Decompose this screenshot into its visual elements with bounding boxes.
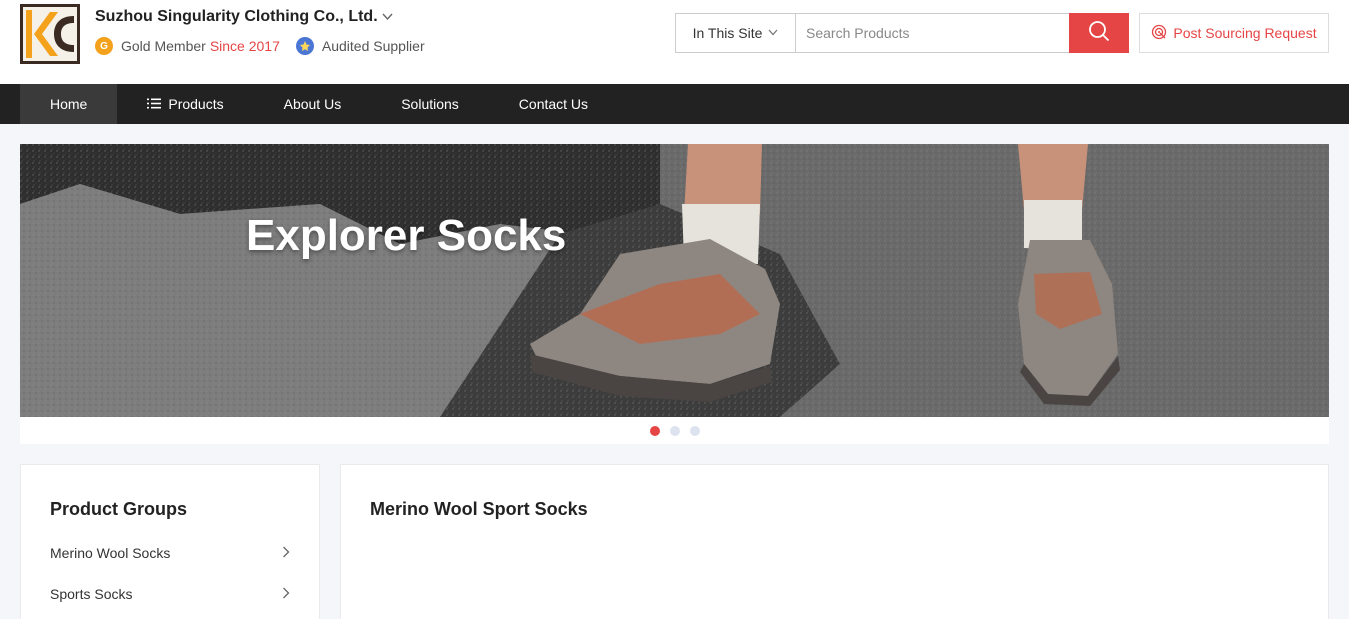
nav-item-label: Home (50, 96, 88, 112)
audited-supplier-badge[interactable]: Audited Supplier (295, 37, 425, 55)
company-name[interactable]: Suzhou Singularity Clothing Co., Ltd. (95, 8, 393, 26)
group-item-merino-wool-socks[interactable]: Merino Wool Socks (50, 545, 290, 561)
nav-item-solutions[interactable]: Solutions (371, 84, 489, 124)
search-input[interactable] (796, 14, 1069, 52)
nav-item-label: About Us (283, 96, 342, 112)
group-item-label: Sports Socks (50, 586, 133, 602)
nav-item-label: Solutions (401, 96, 459, 112)
banner-title: Explorer Socks (246, 211, 567, 260)
group-item-sports-socks[interactable]: Sports Socks (50, 586, 290, 602)
gold-member-label: Gold Member (121, 38, 206, 54)
company-logo[interactable] (20, 4, 80, 64)
main-content-panel: Merino Wool Sport Socks (340, 464, 1329, 619)
product-groups-panel: Product Groups Merino Wool Socks Sports … (20, 464, 320, 619)
list-icon (147, 96, 162, 112)
search-bar: In This Site (675, 13, 1129, 53)
supplier-badges: G Gold Member Since 2017 Audited Supplie… (95, 37, 441, 55)
audited-supplier-icon (295, 37, 314, 55)
nav-item-label: Contact Us (518, 96, 589, 112)
chevron-down-icon (768, 28, 778, 39)
product-groups-title: Product Groups (50, 499, 188, 519)
member-since: Since 2017 (209, 38, 280, 54)
sourcing-target-icon (1151, 24, 1167, 43)
banner-image (20, 144, 1329, 417)
group-item-label: Merino Wool Socks (50, 545, 171, 561)
main-nav: Home Products About Us Solutions Contact… (0, 84, 1349, 124)
carousel-dot-1[interactable] (649, 425, 660, 436)
nav-item-label: Products (168, 96, 224, 112)
post-sourcing-request-button[interactable]: Post Sourcing Request (1139, 13, 1329, 53)
chevron-right-icon (282, 545, 290, 561)
carousel-dot-2[interactable] (669, 425, 680, 436)
gold-member-icon: G (95, 37, 113, 55)
site-header: Suzhou Singularity Clothing Co., Ltd. G … (0, 0, 1349, 84)
chevron-down-icon (382, 12, 393, 24)
hero-banner[interactable]: Explorer Socks (20, 144, 1329, 417)
search-icon (1088, 20, 1110, 47)
gold-member-badge[interactable]: G Gold Member Since 2017 (95, 37, 280, 55)
chevron-right-icon (282, 586, 290, 602)
section-title: Merino Wool Sport Socks (370, 499, 588, 519)
audited-supplier-label: Audited Supplier (321, 38, 425, 54)
nav-item-home[interactable]: Home (20, 84, 118, 124)
search-button[interactable] (1069, 13, 1129, 53)
carousel-dots (20, 417, 1329, 444)
carousel-dot-3[interactable] (689, 425, 700, 436)
search-scope-label: In This Site (692, 25, 763, 41)
nav-item-contact-us[interactable]: Contact Us (489, 84, 618, 124)
nav-item-products[interactable]: Products (117, 84, 253, 124)
post-sourcing-request-label: Post Sourcing Request (1173, 25, 1317, 41)
company-name-label: Suzhou Singularity Clothing Co., Ltd. (95, 8, 378, 25)
search-scope-select[interactable]: In This Site (676, 14, 796, 52)
nav-item-about-us[interactable]: About Us (254, 84, 372, 124)
